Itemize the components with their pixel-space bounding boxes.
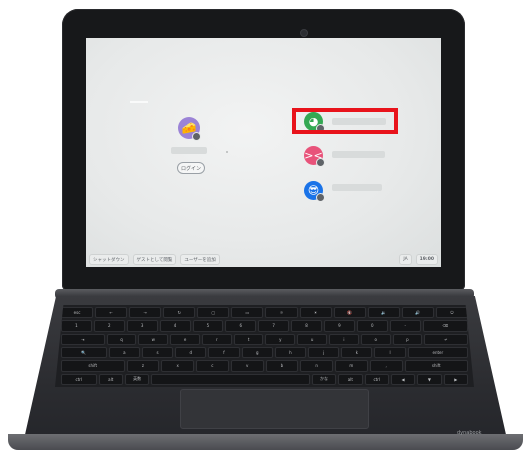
separator-dot [226,151,228,153]
key[interactable]: ▼ [417,373,442,385]
add-person-button[interactable]: ユーザーを追加 [180,254,220,265]
guest-browse-button[interactable]: ゲストとして閲覧 [132,254,177,265]
ime-indicator[interactable]: JA [399,254,412,265]
key[interactable]: alt [338,373,363,385]
key[interactable]: 🔉 [367,307,400,319]
shutdown-button[interactable]: シャットダウン [89,254,129,265]
user-badge-icon [192,132,201,141]
keyboard[interactable]: esc ← → ↻ ▢ ▭ ☼ ☀ 🔇 🔉 🔊 ⏻ 12 34 56 78 90 - ⌫ ⇥… [55,305,474,387]
key[interactable]: u [297,333,328,345]
key[interactable]: 9 [324,320,355,332]
key[interactable]: f [208,346,240,359]
key[interactable]: → [129,307,162,319]
login-shelf: シャットダウン ゲストとして閲覧 ユーザーを追加 JA 19:00 [86,252,441,267]
key[interactable]: ☀ [299,307,332,319]
base-front-edge [8,434,523,450]
key[interactable]: e [170,333,200,345]
key[interactable]: ⌫ [422,320,468,332]
key[interactable]: 5 [192,320,224,332]
key[interactable] [151,373,310,385]
key[interactable]: 6 [225,320,257,332]
key[interactable]: ⏻ [435,307,468,319]
key[interactable]: 🔍 [61,346,107,359]
key[interactable]: r [201,333,232,345]
key[interactable]: 2 [93,320,125,332]
brand-logo: dynabook [457,430,482,436]
main-user-name-redacted [171,147,207,154]
key[interactable]: k [341,346,373,359]
screen-glare [130,101,148,103]
key[interactable]: 4 [159,320,191,332]
key[interactable]: i [329,333,359,345]
key[interactable]: m [335,360,368,372]
key[interactable]: esc [61,307,94,319]
sign-in-button[interactable]: ログイン [177,162,205,174]
user-badge-icon [316,193,325,202]
key[interactable]: s [142,346,174,359]
keyboard-row: shift z xc vb nm , shift [61,360,468,372]
user-name-redacted[interactable] [332,184,382,191]
key[interactable]: x [161,360,194,372]
key[interactable]: - [389,320,421,332]
keyboard-row: 🔍 a sd fg hj kl enter [61,346,469,359]
key[interactable]: 3 [126,320,158,332]
key[interactable]: b [265,360,299,372]
key[interactable]: 1 [61,320,92,332]
selected-user-highlight [292,108,398,134]
user-name-redacted[interactable] [332,151,385,158]
key[interactable]: 7 [258,320,290,332]
key[interactable]: 8 [291,320,322,332]
key[interactable]: t [233,333,264,345]
keyboard-row: ctrl alt 英数 かな alt ctrl ◀ ▼ ▶ [61,373,468,385]
key[interactable]: , [369,360,403,372]
key[interactable]: かな [311,373,337,385]
keyboard-row: ⇥ q we rt yu io p ↵ [61,333,468,345]
key[interactable]: q [106,333,137,345]
key[interactable]: ☼ [265,307,298,319]
key[interactable]: ◀ [390,373,416,385]
key[interactable]: 0 [356,320,388,332]
key[interactable]: ctrl [364,373,389,385]
login-screen: 🧀 ログイン ◕ >< 😎 シャットダウン ゲストとして閲覧 ユーザーを追加 J… [86,38,441,267]
key[interactable]: a [108,346,140,359]
key[interactable]: enter [407,346,469,359]
key[interactable]: 英数 [124,373,150,385]
keyboard-row: esc ← → ↻ ▢ ▭ ☼ ☀ 🔇 🔉 🔊 ⏻ [61,307,468,319]
key[interactable]: o [360,333,391,345]
key[interactable]: ⇥ [61,333,105,345]
key[interactable]: p [392,333,423,345]
key[interactable]: l [374,346,406,359]
key[interactable]: shift [61,360,125,372]
key[interactable]: c [196,360,229,372]
key[interactable]: ↻ [163,307,196,319]
key[interactable]: d [175,346,207,359]
key[interactable]: g [241,346,273,359]
key[interactable]: ctrl [61,373,97,385]
keyboard-row: 12 34 56 78 90 - ⌫ [61,320,468,332]
key[interactable]: j [308,346,340,359]
key[interactable]: v [230,360,264,372]
key[interactable]: w [138,333,169,345]
key[interactable]: n [300,360,333,372]
key[interactable]: ▶ [443,373,468,385]
status-tray[interactable]: 19:00 [415,254,438,265]
key[interactable]: ▢ [197,307,230,319]
user-badge-icon [316,158,325,167]
touchpad[interactable] [180,389,369,429]
key[interactable]: ← [95,307,128,319]
key[interactable]: y [265,333,296,345]
key[interactable]: ▭ [231,307,264,319]
key[interactable]: 🔇 [333,307,366,319]
webcam-icon [300,29,308,37]
key[interactable]: shift [404,360,468,372]
key[interactable]: alt [98,373,123,385]
key[interactable]: ↵ [424,333,468,345]
key[interactable]: 🔊 [401,307,434,319]
key[interactable]: h [274,346,307,359]
key[interactable]: z [126,360,160,372]
